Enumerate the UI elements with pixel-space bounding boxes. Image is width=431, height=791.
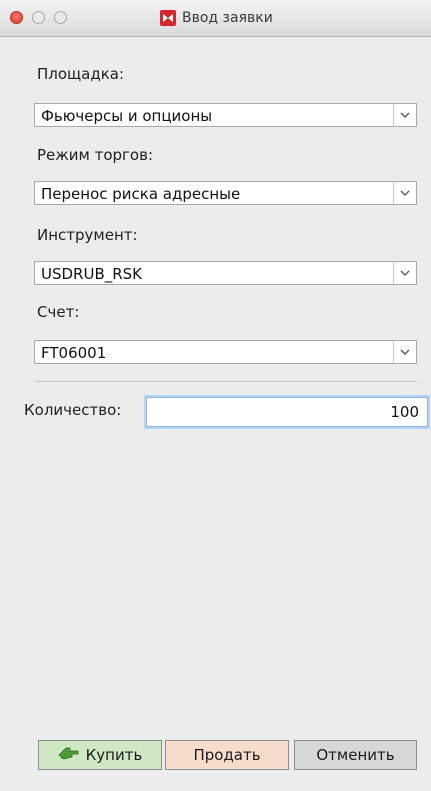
instrument-value: USDRUB_RSK — [41, 265, 143, 283]
sell-button[interactable]: Продать — [165, 740, 289, 770]
minimize-window-button[interactable] — [32, 11, 45, 24]
account-label: Счет: — [37, 303, 80, 321]
instrument-select[interactable]: USDRUB_RSK — [34, 261, 417, 285]
account-value: FT06001 — [41, 344, 107, 362]
chevron-down-icon[interactable] — [393, 182, 416, 204]
venue-label: Площадка: — [37, 65, 125, 83]
account-select[interactable]: FT06001 — [34, 340, 417, 364]
quantity-value: 100 — [390, 403, 419, 421]
cancel-label: Отменить — [316, 746, 395, 764]
chevron-down-icon[interactable] — [393, 341, 416, 363]
mode-select[interactable]: Перенос риска адресные — [34, 181, 417, 205]
venue-select[interactable]: Фьючерсы и опционы — [34, 103, 417, 127]
buy-button[interactable]: Купить — [38, 740, 162, 770]
mode-label: Режим торгов: — [37, 146, 154, 164]
venue-value: Фьючерсы и опционы — [41, 107, 213, 125]
sell-label: Продать — [193, 746, 261, 764]
cancel-button[interactable]: Отменить — [294, 740, 417, 770]
chevron-down-icon[interactable] — [393, 104, 416, 126]
chevron-down-icon[interactable] — [393, 262, 416, 284]
divider — [35, 381, 417, 382]
buy-label: Купить — [85, 746, 143, 764]
window-title: Ввод заявки — [160, 9, 273, 27]
instrument-label: Инструмент: — [37, 226, 138, 244]
mode-value: Перенос риска адресные — [41, 185, 241, 203]
title-bar: Ввод заявки — [0, 0, 431, 37]
hand-pointing-icon — [58, 745, 80, 765]
order-entry-window: Ввод заявки Площадка: Фьючерсы и опционы… — [0, 0, 431, 791]
window-title-text: Ввод заявки — [182, 10, 273, 26]
zoom-window-button[interactable] — [54, 11, 67, 24]
quantity-input[interactable]: 100 — [146, 397, 428, 427]
quantity-label: Количество: — [24, 401, 122, 419]
close-window-button[interactable] — [10, 11, 23, 24]
moex-logo-icon — [160, 10, 176, 26]
